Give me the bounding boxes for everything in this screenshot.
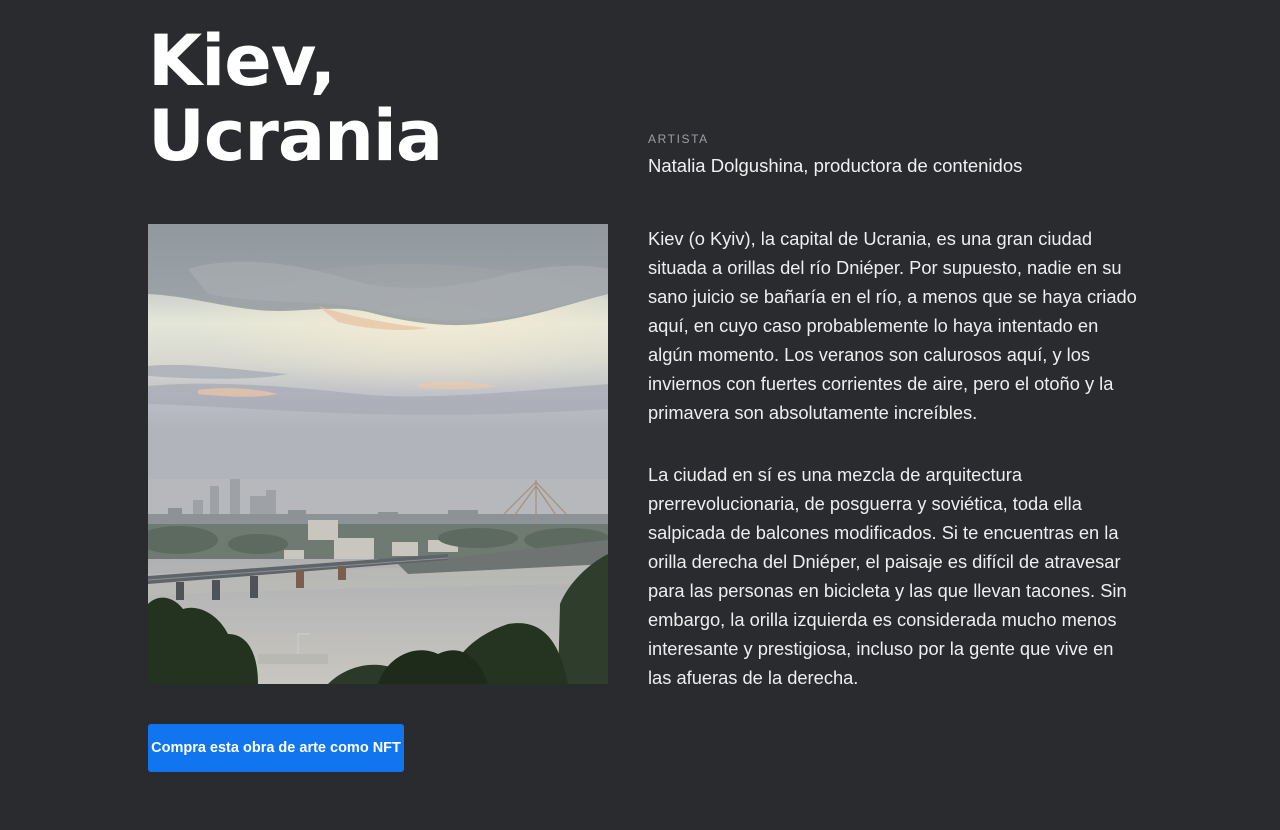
description-paragraph-2: La ciudad en sí es una mezcla de arquite… [648, 464, 1127, 688]
title-line-2: Ucrania [148, 95, 443, 177]
description-paragraph-1: Kiev (o Kyiv), la capital de Ucrania, es… [648, 228, 1137, 423]
artwork-description: Kiev (o Kyiv), la capital de Ucrania, es… [648, 224, 1138, 725]
title-line-1: Kiev, [148, 20, 336, 102]
buy-nft-button[interactable]: Compra esta obra de arte como NFT [148, 724, 404, 772]
page-title: Kiev, Ucrania [148, 24, 608, 174]
artist-label: ARTISTA [648, 132, 709, 146]
artwork-image [148, 224, 608, 684]
artist-name: Natalia Dolgushina, productora de conten… [648, 155, 1023, 176]
artist-info: ARTISTA Natalia Dolgushina, productora d… [648, 131, 1148, 178]
